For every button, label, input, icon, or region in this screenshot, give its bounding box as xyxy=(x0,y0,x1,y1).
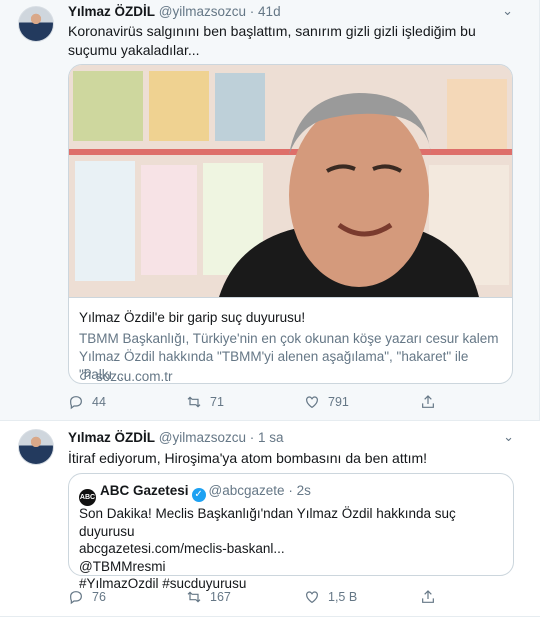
retweet-button[interactable]: 71 xyxy=(186,394,224,410)
share-icon xyxy=(422,395,434,408)
reply-count: 44 xyxy=(92,395,106,409)
link-icon xyxy=(79,368,93,383)
share-button[interactable] xyxy=(420,394,436,410)
quoted-author-handle[interactable]: @abcgazete xyxy=(209,483,285,498)
quoted-author-name[interactable]: ABC Gazetesi xyxy=(100,483,189,498)
chevron-down-icon[interactable]: ⌄ xyxy=(502,3,513,19)
card-title[interactable]: Yılmaz Özdil'e bir garip suç duyurusu! xyxy=(79,310,305,325)
reply-button[interactable]: 76 xyxy=(68,589,106,605)
like-count: 791 xyxy=(328,395,349,409)
tweet[interactable]: Yılmaz ÖZDİL @yilmazsozcu · 1 sa ⌄ İtira… xyxy=(0,421,540,617)
retweet-button[interactable]: 167 xyxy=(186,589,231,605)
tweet-text: İtiraf ediyorum, Hiroşima'ya atom bombas… xyxy=(68,450,428,466)
retweet-icon xyxy=(187,396,201,408)
card-image xyxy=(69,65,512,297)
quoted-tweet[interactable]: ABC ABC Gazetesi ✓ @abcgazete · 2s Son Daki… xyxy=(68,473,514,591)
share-icon xyxy=(422,590,434,603)
quoted-tweet-text: Son Dakika! Meclis Başkanlığı'ndan Yılma… xyxy=(79,505,503,593)
retweet-icon xyxy=(187,591,201,603)
author-handle[interactable]: @yilmazsozcu xyxy=(159,430,246,445)
quoted-avatar: ABC xyxy=(79,489,96,506)
like-count: 1,5 B xyxy=(328,590,358,604)
chevron-down-icon[interactable]: ⌄ xyxy=(503,429,514,445)
tweet-time[interactable]: 41d xyxy=(258,4,281,19)
separator-dot: · xyxy=(249,430,255,445)
card-body: Yılmaz Özdil'e bir garip suç duyurusu! T… xyxy=(69,297,512,384)
heart-icon xyxy=(306,396,318,409)
quoted-link[interactable]: abcgazetesi.com/meclis-baskanl... xyxy=(79,540,503,558)
tweet-text: Koronavirüs salgınını ben başlattım, san… xyxy=(68,23,476,58)
link-card[interactable]: Yılmaz Özdil'e bir garip suç duyurusu! T… xyxy=(68,64,513,384)
reply-button[interactable]: 44 xyxy=(68,394,106,410)
tweet[interactable]: Yılmaz ÖZDİL @yilmazsozcu · 41d ⌄ Korona… xyxy=(0,0,540,420)
card-domain: sozcu.com.tr xyxy=(96,369,173,384)
author-name[interactable]: Yılmaz ÖZDİL xyxy=(68,430,155,445)
avatar[interactable] xyxy=(18,6,54,42)
author-handle[interactable]: @yilmazsozcu xyxy=(159,4,246,19)
separator-dot: · xyxy=(249,4,255,19)
reply-icon xyxy=(70,396,82,410)
reply-count: 76 xyxy=(92,590,106,604)
tweet-time[interactable]: 1 sa xyxy=(258,430,284,445)
card-link[interactable]: sozcu.com.tr xyxy=(79,368,173,384)
retweet-count: 167 xyxy=(210,590,231,604)
tweet-actions: 76 167 1,5 B xyxy=(68,589,468,609)
reply-icon xyxy=(70,591,82,605)
separator-dot: · xyxy=(288,483,297,498)
avatar[interactable] xyxy=(18,429,54,465)
quoted-line: Son Dakika! Meclis Başkanlığı'ndan Yılma… xyxy=(79,506,456,539)
like-button[interactable]: 1,5 B xyxy=(304,589,357,605)
tweet-header: Yılmaz ÖZDİL @yilmazsozcu · 41d xyxy=(68,4,515,19)
tweet-actions: 44 71 791 xyxy=(68,394,468,414)
author-name[interactable]: Yılmaz ÖZDİL xyxy=(68,4,155,19)
retweet-count: 71 xyxy=(210,395,224,409)
heart-icon xyxy=(306,591,318,604)
quoted-tweet-header: ABC ABC Gazetesi ✓ @abcgazete · 2s xyxy=(79,483,311,506)
verified-badge-icon: ✓ xyxy=(191,488,206,502)
share-button[interactable] xyxy=(420,589,436,605)
tweet-header: Yılmaz ÖZDİL @yilmazsozcu · 1 sa xyxy=(68,430,516,445)
like-button[interactable]: 791 xyxy=(304,394,349,410)
quoted-tweet-time[interactable]: 2s xyxy=(297,483,311,498)
quoted-mention[interactable]: @TBMMresmi xyxy=(79,558,503,576)
